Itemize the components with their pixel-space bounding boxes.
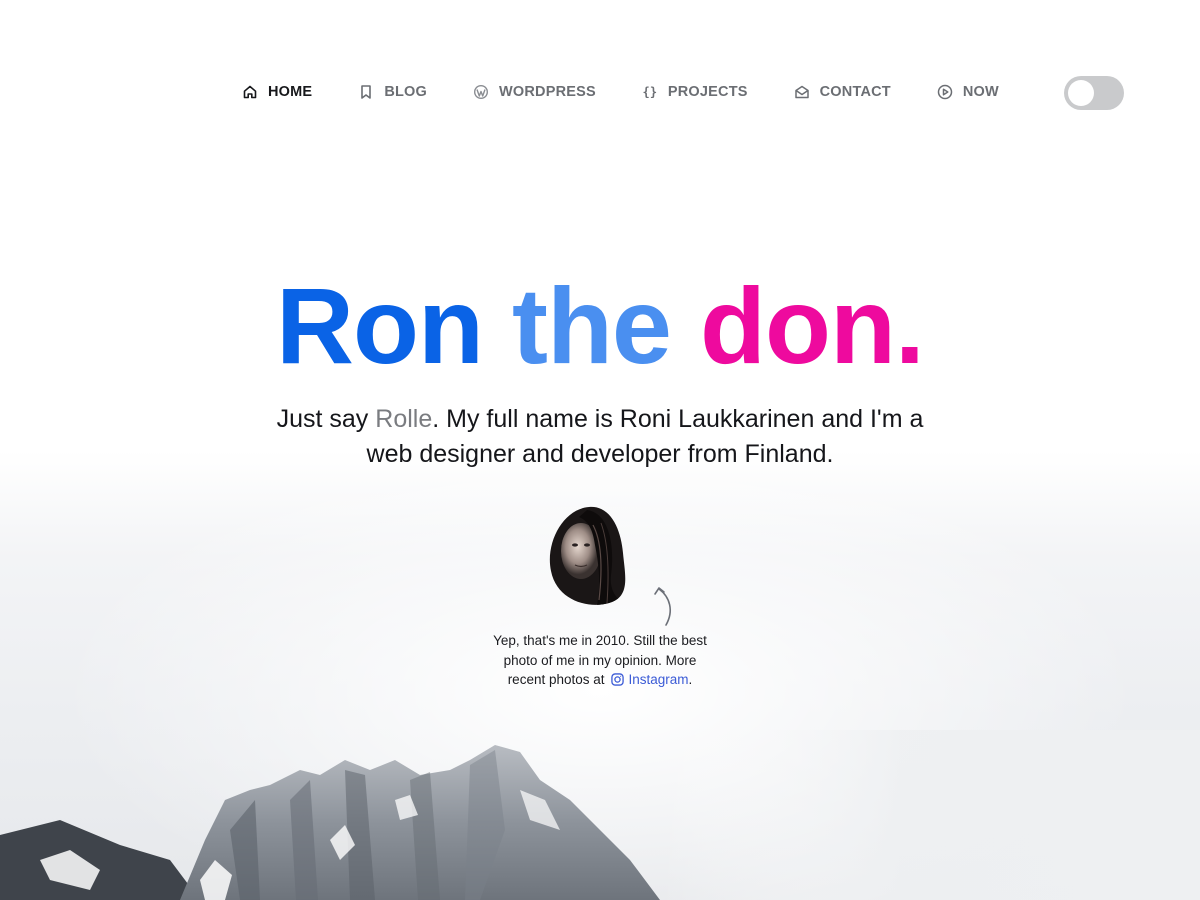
avatar — [549, 506, 626, 605]
nav-item-wordpress[interactable]: WORDPRESS — [473, 72, 596, 112]
nav-item-blog[interactable]: BLOG — [358, 72, 427, 112]
home-icon — [242, 84, 258, 100]
nav-item-projects[interactable]: {} PROJECTS — [642, 72, 748, 112]
instagram-link[interactable]: Instagram — [605, 672, 689, 687]
caption-line-2: photo of me in my opinion. More — [503, 652, 697, 668]
instagram-link-label: Instagram — [628, 672, 689, 687]
intro-line-1-rest: . My full name is Roni Laukkarinen and I… — [432, 405, 924, 433]
hero-title-word-3: don. — [700, 265, 925, 386]
nav-item-home[interactable]: HOME — [242, 72, 312, 112]
intro-line-2: web designer and developer from Finland. — [366, 440, 834, 468]
caption-line-3-prefix: recent photos at — [507, 672, 605, 687]
hero-title: Ron the don. — [0, 266, 1200, 386]
nav-label-home: HOME — [268, 84, 313, 100]
nav-label-wordpress: WORDPRESS — [499, 84, 596, 100]
intro-nickname: Rolle — [375, 405, 433, 433]
toggle-knob — [1068, 80, 1094, 106]
nav-label-projects: PROJECTS — [667, 84, 748, 100]
hero-title-word-2: the — [512, 265, 672, 386]
nav-label-blog: BLOG — [384, 84, 427, 100]
envelope-open-icon — [794, 84, 810, 100]
nav-item-contact[interactable]: CONTACT — [794, 72, 891, 112]
intro-text: Just say Rolle. My full name is Roni Lau… — [250, 402, 950, 472]
nav-label-now: NOW — [962, 84, 999, 100]
main-navigation: HOME BLOG WORDPRESS {} PROJECTS CONTACT … — [0, 72, 1200, 112]
instagram-icon — [610, 673, 624, 686]
intro-prefix: Just say — [276, 405, 376, 433]
photo-caption: Yep, that's me in 2010. Still the best p… — [450, 631, 750, 690]
curved-arrow-icon — [654, 587, 671, 626]
play-circle-icon — [937, 84, 953, 100]
bookmark-icon — [358, 84, 374, 100]
hero-title-word-1: Ron — [276, 265, 484, 386]
caption-line-3-suffix: . — [688, 672, 693, 687]
nav-label-contact: CONTACT — [819, 84, 891, 100]
wordpress-icon — [473, 84, 489, 100]
nav-item-now[interactable]: NOW — [937, 72, 999, 112]
braces-icon: {} — [642, 85, 658, 99]
nav-list: HOME BLOG WORDPRESS {} PROJECTS CONTACT … — [242, 72, 1045, 112]
caption-line-1: Yep, that's me in 2010. Still the best — [493, 633, 707, 648]
dark-mode-toggle[interactable] — [1064, 76, 1124, 110]
hero-section: Ron the don. Just say Rolle. My full nam… — [0, 266, 1200, 472]
page: HOME BLOG WORDPRESS {} PROJECTS CONTACT … — [0, 0, 1200, 900]
